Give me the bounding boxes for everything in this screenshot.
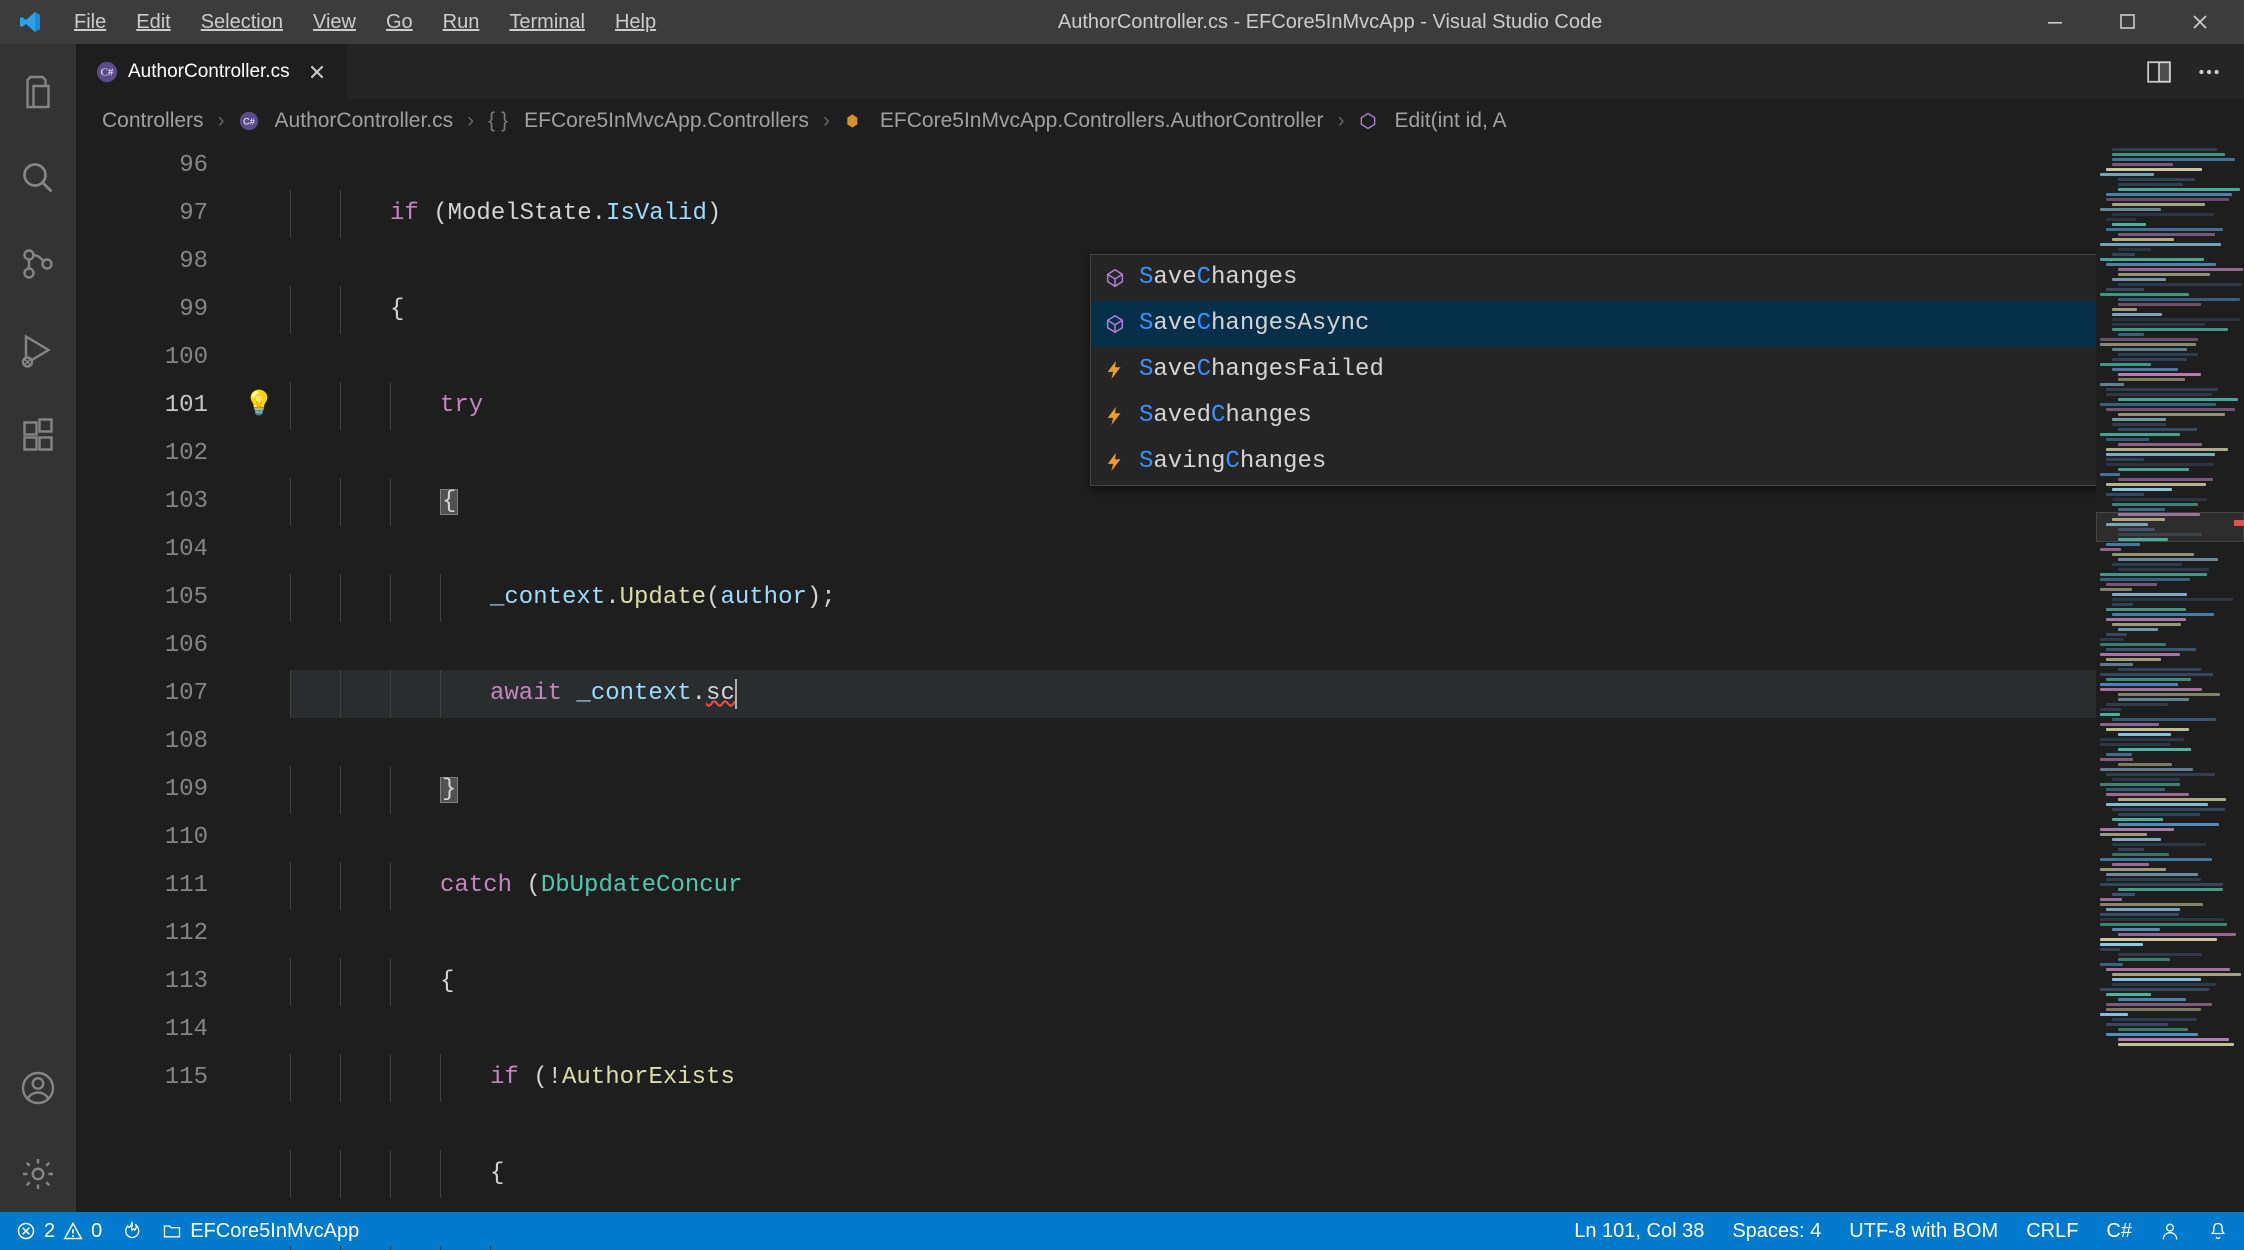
title-bar: File Edit Selection View Go Run Terminal… — [0, 0, 2244, 44]
menu-terminal[interactable]: Terminal — [495, 5, 599, 40]
search-icon[interactable] — [0, 140, 76, 216]
menu-run[interactable]: Run — [429, 5, 494, 40]
lightbulb-icon[interactable]: 💡 — [244, 382, 274, 430]
class-icon — [844, 110, 866, 132]
code-content[interactable]: if (ModelState.IsValid) { try { _context… — [290, 142, 2244, 1212]
namespace-icon: { } — [488, 110, 510, 132]
event-icon — [1103, 451, 1127, 473]
menu-selection[interactable]: Selection — [187, 5, 297, 40]
menu-edit[interactable]: Edit — [122, 5, 184, 40]
menu-help[interactable]: Help — [601, 5, 670, 40]
chevron-right-icon: › — [823, 109, 830, 133]
split-editor-icon[interactable] — [2146, 59, 2172, 85]
intellisense-popup[interactable]: SaveChangesSaveChangesAsyncSaveChangesFa… — [1090, 254, 2164, 486]
intellisense-label: SaveChangesAsync — [1139, 300, 1369, 348]
svg-text:C#: C# — [243, 116, 256, 126]
status-problems[interactable]: 2 0 — [16, 1220, 102, 1243]
explorer-icon[interactable] — [0, 54, 76, 130]
vscode-window: File Edit Selection View Go Run Terminal… — [0, 0, 2244, 1250]
minimap[interactable] — [2096, 142, 2244, 1212]
settings-gear-icon[interactable] — [0, 1136, 76, 1212]
chevron-right-icon: › — [467, 109, 474, 133]
breadcrumb-folder[interactable]: Controllers — [102, 109, 204, 133]
intellisense-label: SaveChanges — [1139, 254, 1297, 302]
editor-group: C# AuthorController.cs — [76, 44, 2244, 1212]
intellisense-label: SavingChanges — [1139, 438, 1326, 486]
csharp-file-icon: C# — [96, 61, 118, 83]
menu-go[interactable]: Go — [372, 5, 427, 40]
main-menu: File Edit Selection View Go Run Terminal… — [60, 5, 670, 40]
breadcrumb-method[interactable]: Edit(int id, A — [1394, 109, 1506, 133]
maximize-button[interactable] — [2092, 0, 2164, 44]
intellisense-item[interactable]: SaveChangesAsync — [1091, 301, 2163, 347]
tab-close-icon[interactable] — [308, 63, 326, 81]
breadcrumb-namespace[interactable]: EFCore5InMvcApp.Controllers — [524, 109, 809, 133]
minimize-button[interactable] — [2020, 0, 2092, 44]
breadcrumb-file[interactable]: AuthorController.cs — [275, 109, 454, 133]
file-tab-active[interactable]: C# AuthorController.cs — [76, 44, 347, 100]
intellisense-item[interactable]: SaveChangesFailed — [1091, 347, 2163, 393]
window-controls — [2020, 0, 2236, 44]
source-control-icon[interactable] — [0, 226, 76, 302]
extensions-icon[interactable] — [0, 398, 76, 474]
code-editor[interactable]: 96 97 98 99 100 101 102 103 104 105 106 … — [76, 142, 2244, 1212]
line-number-gutter: 96 97 98 99 100 101 102 103 104 105 106 … — [76, 142, 246, 1212]
tab-label: AuthorController.cs — [128, 61, 290, 83]
intellisense-label: SaveChangesFailed — [1139, 346, 1384, 394]
intellisense-item[interactable]: SaveChanges — [1091, 255, 2163, 301]
more-actions-icon[interactable] — [2196, 59, 2222, 85]
svg-text:C#: C# — [101, 67, 114, 79]
accounts-icon[interactable] — [0, 1050, 76, 1126]
chevron-right-icon: › — [1337, 109, 1344, 133]
chevron-right-icon: › — [218, 109, 225, 133]
breadcrumb[interactable]: Controllers › C# AuthorController.cs › {… — [76, 100, 2244, 142]
method-cube-icon — [1103, 313, 1127, 335]
vscode-logo-icon — [18, 10, 42, 34]
glyph-margin: 💡 — [246, 142, 290, 1212]
run-debug-icon[interactable] — [0, 312, 76, 388]
window-title: AuthorController.cs - EFCore5InMvcApp - … — [1058, 11, 1602, 34]
breadcrumb-class[interactable]: EFCore5InMvcApp.Controllers.AuthorContro… — [880, 109, 1324, 133]
menu-file[interactable]: File — [60, 5, 120, 40]
intellisense-item[interactable]: SavingChanges — [1091, 439, 2163, 485]
method-icon — [1358, 110, 1380, 132]
method-cube-icon — [1103, 267, 1127, 289]
intellisense-item[interactable]: SavedChanges — [1091, 393, 2163, 439]
status-flame-icon[interactable] — [122, 1221, 142, 1241]
activity-bar — [0, 44, 76, 1212]
close-button[interactable] — [2164, 0, 2236, 44]
event-icon — [1103, 359, 1127, 381]
csharp-file-icon: C# — [239, 110, 261, 132]
menu-view[interactable]: View — [299, 5, 370, 40]
event-icon — [1103, 405, 1127, 427]
intellisense-label: SavedChanges — [1139, 392, 1312, 440]
editor-tabs: C# AuthorController.cs — [76, 44, 2244, 100]
